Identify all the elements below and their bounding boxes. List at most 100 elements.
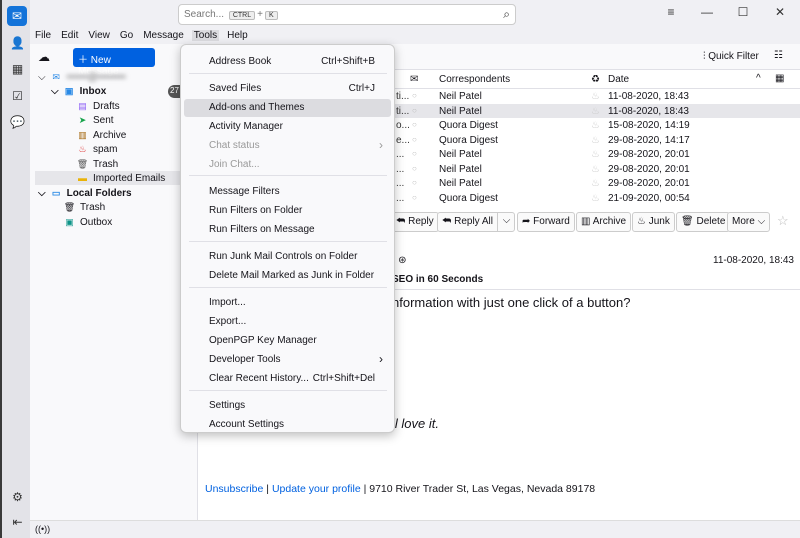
junk-status-icon[interactable]: ♨ [591,135,600,146]
display-options-icon[interactable]: ☷ [774,50,783,61]
unread-dot-icon[interactable]: ○ [412,193,417,202]
folder-outbox[interactable]: ▣ Outbox [64,215,112,229]
minimize-button[interactable]: — [697,5,717,19]
tasks-icon[interactable]: ☑ [9,87,26,104]
unread-dot-icon[interactable]: ○ [412,164,417,173]
quick-filter-button[interactable]: ⫶ Quick Filter [703,51,759,62]
column-picker-icon[interactable]: ▦ [775,73,784,84]
junk-button[interactable]: ♨ Junk [632,212,675,232]
unread-dot-icon[interactable]: ○ [412,106,417,115]
junk-status-icon[interactable]: ♨ [591,106,600,117]
archive-button[interactable]: ▥ Archive [576,212,632,232]
read-column-icon[interactable]: ✉ [410,74,418,85]
junk-status-icon[interactable]: ♨ [591,164,600,175]
menu-item-run-junk-mail-controls-on-folder[interactable]: Run Junk Mail Controls on Folder [184,248,391,266]
menu-item-run-filters-on-message[interactable]: Run Filters on Message [184,221,391,239]
column-date[interactable]: Date [608,74,629,85]
get-messages-icon[interactable]: ☁ [38,50,50,64]
update-profile-link[interactable]: Update your profile [272,483,361,495]
menu-item-chat-status[interactable]: Chat status › [184,137,391,155]
menu-item-account-settings[interactable]: Account Settings [184,416,391,434]
menu-help[interactable]: Help [225,30,250,41]
menu-item-settings[interactable]: Settings [184,397,391,415]
column-correspondents[interactable]: Correspondents [439,74,510,85]
row-date: 29-08-2020, 20:01 [608,149,690,160]
menu-edit[interactable]: Edit [59,30,80,41]
reply-button[interactable]: ⮪ Reply [392,212,439,232]
folder-archive[interactable]: ▥ Archive [77,128,126,142]
menu-item-clear-recent-history[interactable]: Clear Recent History... Ctrl+Shift+Del [184,370,391,388]
row-correspondent: Neil Patel [439,178,482,189]
menu-item-delete-mail-marked-as-junk-in-folder[interactable]: Delete Mail Marked as Junk in Folder [184,267,391,285]
collapse-icon[interactable]: ⇤ [9,513,26,530]
menu-item-run-filters-on-folder[interactable]: Run Filters on Folder [184,202,391,220]
unread-dot-icon[interactable]: ○ [412,135,417,144]
new-message-button[interactable]: ＋ New Message [73,48,155,77]
menu-message[interactable]: Message [141,30,186,41]
unread-dot-icon[interactable]: ○ [412,91,417,100]
menu-tools[interactable]: Tools [191,30,220,41]
address-book-icon[interactable]: 👤 [9,34,26,51]
inbox-label: Inbox [79,85,107,97]
folder-local-folders[interactable]: ⌵ ▭ Local Folders [38,186,132,200]
maximize-button[interactable]: ☐ [733,5,753,19]
junk-column-icon[interactable]: ♻ [591,74,600,85]
calendar-icon[interactable]: ▦ [9,60,26,77]
folder-drafts[interactable]: ▤ Drafts [77,99,119,113]
menu-separator [189,175,387,176]
trash-icon: 🗑 [63,201,76,212]
account-item[interactable]: ⌵ ✉ ••••••@•••••••• [38,70,126,84]
junk-status-icon[interactable]: ♨ [591,178,600,189]
folder-inbox[interactable]: ⌵ ▣ Inbox [51,84,106,98]
sort-ascending-icon[interactable]: ^ [756,73,761,84]
menu-file[interactable]: File [33,30,53,41]
menu-item-message-filters[interactable]: Message Filters [184,183,391,201]
chat-icon[interactable]: 💬 [9,113,26,130]
menu-item-add-ons-and-themes[interactable]: Add-ons and Themes [184,99,391,117]
reply-all-dropdown-icon[interactable]: ⌵ [497,212,515,232]
delete-button[interactable]: 🗑 Delete [676,212,731,232]
unsubscribe-link[interactable]: Unsubscribe [205,483,263,495]
menu-item-join-chat[interactable]: Join Chat... [184,156,391,174]
folder-trash[interactable]: 🗑 Trash [77,157,118,171]
search-input[interactable]: Search... CTRL + K ⌕ [178,4,516,25]
inbox-icon: ▣ [64,85,74,96]
close-button[interactable]: ✕ [770,5,790,19]
online-status-icon[interactable]: ((•)) [35,524,50,534]
folder-spam[interactable]: ♨ spam [77,142,117,156]
junk-status-icon[interactable]: ♨ [591,149,600,160]
reply-all-label: Reply All [454,216,493,227]
outbox-icon: ▣ [65,216,74,227]
menu-item-export[interactable]: Export... [184,313,391,331]
menu-item-developer-tools[interactable]: Developer Tools › [184,351,391,369]
settings-icon[interactable]: ⚙ [9,488,26,505]
more-button[interactable]: More ⌵ [727,212,771,232]
app-menu-icon[interactable]: ≡ [661,5,681,19]
menu-item-openpgp-key-manager[interactable]: OpenPGP Key Manager [184,332,391,350]
forward-button[interactable]: ➦ Forward [517,212,575,232]
menu-go[interactable]: Go [118,30,135,41]
unread-dot-icon[interactable]: ○ [412,178,417,187]
folder-local-trash[interactable]: 🗑 Trash [64,200,105,214]
menu-view[interactable]: View [86,30,112,41]
junk-status-icon[interactable]: ♨ [591,91,600,102]
unread-dot-icon[interactable]: ○ [412,120,417,129]
kbd-k: K [264,11,278,20]
menu-item-saved-files[interactable]: Saved Files Ctrl+J [184,80,391,98]
star-icon[interactable]: ☆ [777,213,789,229]
menu-item-address-book[interactable]: Address Book Ctrl+Shift+B [184,53,391,71]
reply-all-button[interactable]: ⮪ Reply All ⌵ [437,212,515,232]
menu-bar: File Edit View Go Message Tools Help [30,30,800,44]
search-icon[interactable]: ⌕ [503,7,510,22]
menu-item-import[interactable]: Import... [184,294,391,312]
unread-dot-icon[interactable]: ○ [412,149,417,158]
folder-sent[interactable]: ➤ Sent [77,113,114,127]
folder-imported-emails[interactable]: ▬ Imported Emails [77,171,165,185]
message-date: 11-08-2020, 18:43 [713,255,794,266]
junk-status-icon[interactable]: ♨ [591,193,600,204]
junk-status-icon[interactable]: ♨ [591,120,600,131]
mail-icon[interactable]: ✉ [7,6,27,26]
menu-item-activity-manager[interactable]: Activity Manager [184,118,391,136]
tools-menu: Address Book Ctrl+Shift+B Saved Files Ctrl+… [180,44,395,433]
message-footer: Unsubscribe | Update your profile | 9710… [205,483,595,495]
